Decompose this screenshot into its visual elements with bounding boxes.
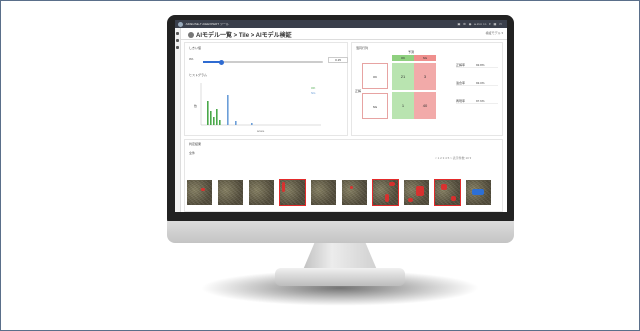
confusion-panel: 混同行列 予測 OK NG OK NG 正解 21 3 1 40 正解率 93.8… (351, 42, 503, 136)
defect-mark (350, 186, 353, 189)
topbar-actions[interactable]: ▣ ⚙ ◉ admin ▾ ▦ ▭ (458, 20, 504, 28)
result-thumbnail[interactable] (466, 180, 491, 205)
confusion-cell-tn: 40 (414, 92, 436, 119)
result-thumbnail[interactable] (404, 180, 429, 205)
histogram-label: ヒストグラム (189, 73, 207, 77)
threshold-label: しきい値 (189, 46, 202, 50)
defect-mark (282, 182, 285, 192)
app-topbar: AIREUSE-T AIEEXPERT ツール ▣ ⚙ ◉ admin ▾ ▦ … (175, 20, 507, 28)
histogram-y-label: 数 (194, 103, 197, 108)
analysis-panel: しきい値 0% 0.15 1 ヒストグラム OK NG score 数 (184, 42, 356, 136)
confusion-row-ng: NG (362, 93, 388, 119)
confusion-predict-header: 予測 (408, 50, 415, 54)
defect-mark (385, 194, 389, 202)
metric-label: 正解率 (456, 63, 466, 67)
results-filter[interactable]: 全件 (189, 151, 195, 155)
confusion-cell-fn: 1 (392, 92, 414, 119)
app-logo-icon (178, 21, 183, 27)
confusion-col-ng: NG (414, 55, 436, 61)
metric-label: 適合率 (456, 81, 466, 85)
result-thumbnail[interactable] (311, 180, 336, 205)
result-thumbnail[interactable] (218, 180, 243, 205)
result-thumbnail[interactable] (187, 180, 212, 205)
results-pager[interactable]: < 1 2 3 4 5 > 表示件数 10 ▾ (435, 156, 471, 160)
thumbnail-texture (218, 180, 243, 205)
thumbnail-texture (342, 180, 367, 205)
metric-value: 93.0% (476, 81, 485, 85)
threshold-slider-handle[interactable] (218, 59, 224, 65)
result-thumbnail[interactable] (342, 180, 367, 205)
window-title: AIREUSE-T AIEEXPERT ツール (185, 22, 229, 26)
confusion-actual-label: 正解 (355, 89, 362, 93)
defect-mark (408, 198, 413, 202)
defect-mark (416, 186, 424, 196)
hist-bar-ng-1 (227, 95, 229, 125)
defect-mark (451, 196, 456, 201)
metric-row: 適合率 93.0% (456, 81, 498, 86)
results-section-label[interactable]: 判定結果 (189, 142, 201, 146)
hist-bar-ok-4 (216, 109, 218, 125)
histogram-legend-ng: NG (311, 91, 316, 95)
histogram-x-label: score (257, 129, 265, 133)
breadcrumb[interactable]: AIモデル一覧 > Tile > AIモデル検証 (196, 33, 292, 39)
confusion-col-ok: OK (392, 55, 414, 61)
metric-value: 93.8% (476, 63, 485, 67)
metric-label: 再現率 (456, 99, 466, 103)
hist-bar-ok-5 (219, 120, 221, 125)
confusion-row-ok: OK (362, 63, 388, 89)
sidebar-home-icon[interactable] (176, 32, 179, 35)
result-thumbnail[interactable] (249, 180, 274, 205)
histogram-chart: OK NG score 数 (194, 83, 321, 133)
metric-row: 再現率 97.6% (456, 99, 498, 104)
sidebar-list-icon[interactable] (176, 39, 179, 42)
monitor-chin (167, 221, 514, 243)
defect-mark (441, 184, 447, 190)
confusion-cell-fp: 3 (414, 63, 436, 90)
threshold-value-input[interactable]: 0.15 (328, 57, 348, 63)
result-thumbnail[interactable] (279, 179, 306, 206)
title-bar: AIモデル一覧 > Tile > AIモデル検証 検証モデル ▾ (181, 28, 507, 40)
back-icon[interactable] (188, 32, 194, 39)
thumbnail-texture (311, 180, 336, 205)
hist-bar-ok-3 (213, 117, 215, 125)
hist-bar-ng-2 (235, 121, 237, 125)
sidebar-settings-icon[interactable] (176, 46, 179, 49)
result-thumbnail[interactable] (372, 179, 399, 206)
metric-row: 正解率 93.8% (456, 63, 498, 68)
defect-mark (201, 188, 205, 191)
confusion-label: 混同行列 (356, 46, 369, 50)
monitor-stand-base (275, 268, 405, 286)
defect-mark (389, 182, 395, 186)
hist-bar-ok-2 (210, 111, 212, 125)
threshold-slider[interactable] (203, 59, 323, 65)
selection-badge (472, 189, 484, 195)
model-select[interactable]: 検証モデル ▾ (486, 31, 503, 35)
monitor-screen: AIREUSE-T AIEEXPERT ツール ▣ ⚙ ◉ admin ▾ ▦ … (175, 20, 507, 212)
thumbnail-texture (249, 180, 274, 205)
threshold-min-label: 0% (189, 57, 194, 61)
results-panel: 判定結果 全件 < 1 2 3 4 5 > 表示件数 10 ▾ (184, 139, 503, 212)
hist-bar-ok-1 (207, 101, 209, 125)
hist-bar-ng-3 (251, 123, 253, 125)
thumbnail-texture (435, 180, 460, 205)
histogram-legend-ok: OK (311, 86, 315, 90)
confusion-cell-tp: 21 (392, 63, 414, 90)
result-thumbnail[interactable] (434, 179, 461, 206)
sidebar (175, 28, 181, 212)
metric-value: 97.6% (476, 99, 485, 103)
thumbnail-texture (187, 180, 212, 205)
page-title: AIモデル一覧 > Tile > AIモデル検証 (188, 30, 292, 39)
